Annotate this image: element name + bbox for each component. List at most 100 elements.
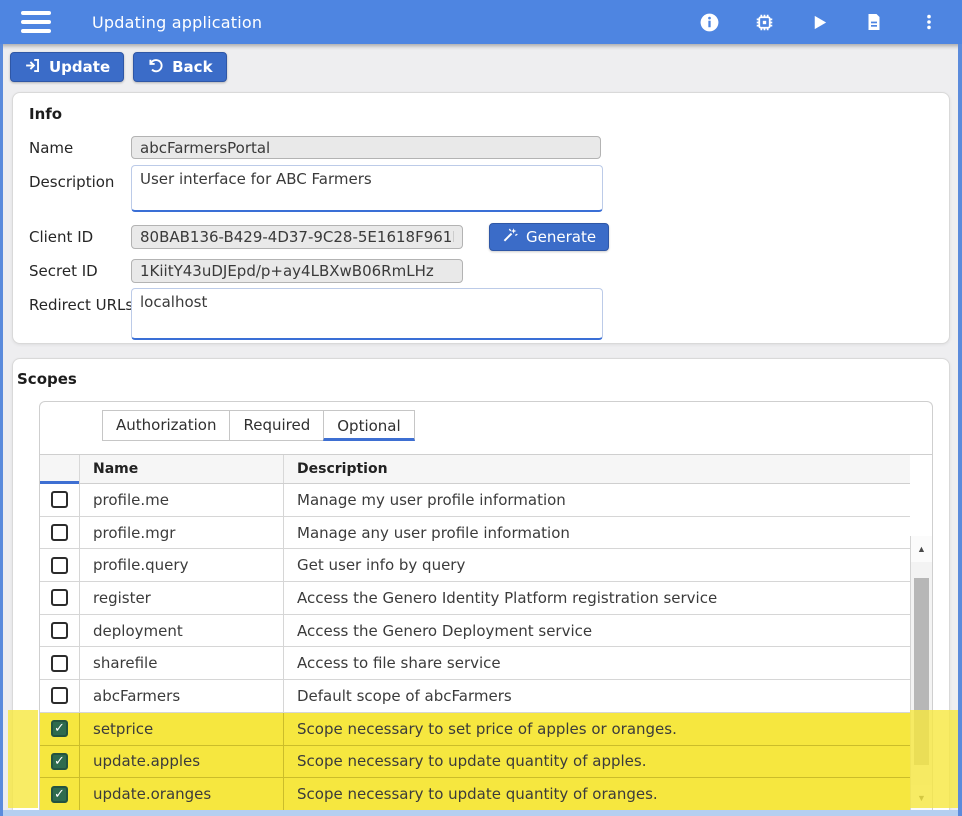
scope-description: Scope necessary to update quantity of ap… <box>284 746 910 778</box>
update-button[interactable]: Update <box>10 52 124 82</box>
sign-in-icon <box>24 57 41 78</box>
scope-description: Scope necessary to set price of apples o… <box>284 713 910 745</box>
scrollbar-thumb[interactable] <box>914 578 929 765</box>
scope-checkbox[interactable] <box>51 589 68 606</box>
secret-id-label: Secret ID <box>29 262 131 280</box>
scope-name: setprice <box>80 713 284 745</box>
name-column-header[interactable]: Name <box>80 455 284 483</box>
scope-name: abcFarmers <box>80 680 284 712</box>
scope-description: Access the Genero Identity Platform regi… <box>284 582 910 614</box>
scope-description: Access to file share service <box>284 647 910 679</box>
run-icon[interactable] <box>808 11 830 33</box>
scopes-tab-bar: Authorization Required Optional <box>102 410 415 441</box>
generate-button-label: Generate <box>526 228 596 246</box>
scope-name: profile.mgr <box>80 517 284 549</box>
redirect-urls-input[interactable]: localhost <box>131 288 603 340</box>
table-scrollbar[interactable]: ▲ ▼ <box>910 536 932 811</box>
scope-checkbox[interactable] <box>51 655 68 672</box>
table-row: register Access the Genero Identity Plat… <box>40 582 910 615</box>
description-column-header[interactable]: Description <box>284 455 910 483</box>
scope-description: Default scope of abcFarmers <box>284 680 910 712</box>
scopes-table-body: profile.me Manage my user profile inform… <box>40 484 910 811</box>
scope-description: Scope necessary to update quantity of or… <box>284 778 910 810</box>
table-cell-checkbox <box>40 582 80 614</box>
scope-checkbox[interactable] <box>51 687 68 704</box>
undo-icon <box>147 57 164 78</box>
scope-description: Get user info by query <box>284 549 910 581</box>
kebab-menu-icon[interactable] <box>918 11 940 33</box>
toolbar: Update Back <box>0 44 962 90</box>
scope-name: deployment <box>80 615 284 647</box>
scope-name: register <box>80 582 284 614</box>
scopes-table-header: Name Description <box>40 455 910 484</box>
scope-checkbox[interactable] <box>51 786 68 803</box>
client-id-label: Client ID <box>29 228 131 246</box>
table-row: update.apples Scope necessary to update … <box>40 746 910 779</box>
update-button-label: Update <box>49 58 110 76</box>
scope-checkbox[interactable] <box>51 491 68 508</box>
table-row: sharefile Access to file share service <box>40 647 910 680</box>
secret-id-field-row: Secret ID <box>29 259 949 283</box>
info-icon[interactable] <box>698 11 720 33</box>
scope-checkbox[interactable] <box>51 557 68 574</box>
table-row: abcFarmers Default scope of abcFarmers <box>40 680 910 713</box>
scroll-up-icon[interactable]: ▲ <box>911 536 932 562</box>
table-cell-checkbox <box>40 615 80 647</box>
app-bar-actions <box>698 11 962 33</box>
client-id-field-row: Client ID Generate <box>29 223 949 251</box>
window-border-left <box>0 44 3 816</box>
generate-button[interactable]: Generate <box>489 223 609 251</box>
table-cell-checkbox <box>40 484 80 516</box>
client-id-input[interactable] <box>131 225 463 249</box>
table-row: profile.query Get user info by query <box>40 549 910 582</box>
checkbox-column-header[interactable] <box>40 455 80 483</box>
table-row: deployment Access the Genero Deployment … <box>40 615 910 648</box>
scope-description: Manage any user profile information <box>284 517 910 549</box>
table-row: profile.me Manage my user profile inform… <box>40 484 910 517</box>
scope-name: sharefile <box>80 647 284 679</box>
back-button[interactable]: Back <box>133 52 226 82</box>
scope-description: Access the Genero Deployment service <box>284 615 910 647</box>
table-row: update.oranges Scope necessary to update… <box>40 778 910 811</box>
chip-icon[interactable] <box>753 11 775 33</box>
name-input[interactable] <box>131 136 601 159</box>
magic-wand-icon <box>502 227 518 247</box>
tab-optional[interactable]: Optional <box>323 410 414 441</box>
info-panel-title: Info <box>29 105 949 123</box>
hamburger-menu-icon[interactable] <box>21 11 51 33</box>
scopes-container: Authorization Required Optional Name Des… <box>39 401 933 811</box>
table-row: setprice Scope necessary to set price of… <box>40 713 910 746</box>
scope-description: Manage my user profile information <box>284 484 910 516</box>
scope-name: profile.me <box>80 484 284 516</box>
scope-name: update.apples <box>80 746 284 778</box>
description-label: Description <box>29 165 131 191</box>
window-border-bottom <box>0 810 962 816</box>
scopes-panel: Scopes Authorization Required Optional N… <box>12 358 950 810</box>
tab-authorization[interactable]: Authorization <box>102 410 229 441</box>
table-cell-checkbox <box>40 713 80 745</box>
name-field-row: Name <box>29 136 949 159</box>
window-border-right <box>958 44 962 816</box>
scopes-panel-title: Scopes <box>17 370 949 388</box>
secret-id-input[interactable] <box>131 259 463 283</box>
app-bar: Updating application <box>0 0 962 44</box>
description-field-row: Description User interface for ABC Farme… <box>29 165 949 212</box>
description-input[interactable]: User interface for ABC Farmers <box>131 165 603 212</box>
table-cell-checkbox <box>40 778 80 810</box>
redirect-urls-label: Redirect URLs <box>29 288 131 314</box>
back-button-label: Back <box>172 58 212 76</box>
document-icon[interactable] <box>863 11 885 33</box>
name-label: Name <box>29 139 131 157</box>
scope-checkbox[interactable] <box>51 622 68 639</box>
scroll-down-icon[interactable]: ▼ <box>911 785 932 811</box>
scope-checkbox[interactable] <box>51 524 68 541</box>
table-cell-checkbox <box>40 680 80 712</box>
scope-checkbox[interactable] <box>51 720 68 737</box>
table-cell-checkbox <box>40 517 80 549</box>
tab-required[interactable]: Required <box>229 410 323 441</box>
page-title: Updating application <box>92 13 262 32</box>
scopes-table: Name Description profile.me Manage my us… <box>40 454 932 811</box>
redirect-urls-field-row: Redirect URLs localhost <box>29 288 949 340</box>
scope-checkbox[interactable] <box>51 753 68 770</box>
scope-name: update.oranges <box>80 778 284 810</box>
